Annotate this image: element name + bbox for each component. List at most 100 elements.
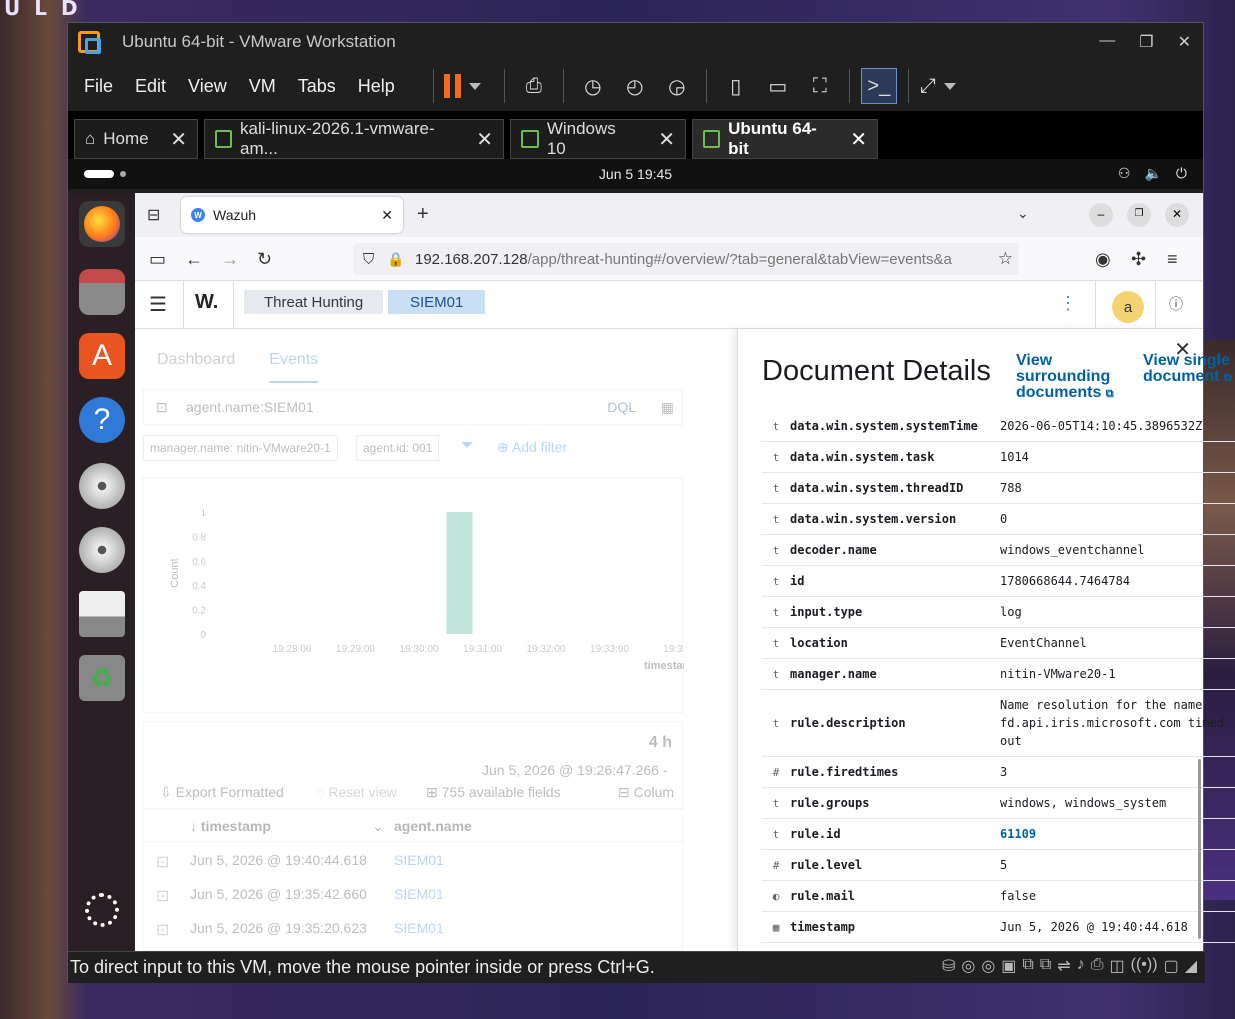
printer-icon[interactable]: ⎙	[1091, 956, 1104, 976]
message-icon[interactable]: ▢	[1164, 956, 1179, 976]
filter-pill[interactable]: manager.name: nitin-VMware20-1	[143, 435, 338, 461]
tab-events[interactable]: Events	[269, 351, 319, 383]
menu-tabs[interactable]: Tabs	[298, 76, 336, 97]
filter-icon[interactable]: ⏷	[461, 437, 474, 455]
menu-help[interactable]: Help	[358, 76, 395, 97]
menu-vm[interactable]: VM	[249, 76, 276, 97]
network-icon[interactable]: ⧉	[1040, 956, 1051, 976]
hamburger-icon[interactable]: ☰	[149, 292, 167, 317]
firefox-icon[interactable]	[79, 201, 125, 247]
field-row[interactable]: t data.win.system.task 1014	[762, 442, 1235, 473]
field-row[interactable]: t manager.name nitin-VMware20-1	[762, 659, 1235, 690]
search-input[interactable]: ⊡ agent.name:SIEM01 DQL ▦	[143, 389, 683, 425]
browser-tab-wazuh[interactable]: W Wazuh ✕	[181, 197, 403, 233]
maximize-icon[interactable]: ❐	[1139, 32, 1153, 52]
view-surrounding-link[interactable]: View surrounding documents ⧉	[1016, 353, 1126, 402]
revert-snapshot-icon[interactable]: ◴	[617, 68, 653, 104]
workspace-indicator[interactable]	[84, 170, 114, 178]
menu-edit[interactable]: Edit	[135, 76, 166, 97]
breadcrumb-siem01[interactable]: SIEM01	[388, 290, 486, 314]
shield-icon[interactable]: ⛉	[363, 251, 374, 268]
wireless-icon[interactable]: ((•))	[1131, 956, 1158, 976]
more-icon[interactable]: ⋮	[1059, 293, 1077, 314]
pause-icon[interactable]	[444, 68, 482, 104]
reload-icon[interactable]: ↻	[257, 249, 272, 270]
menu-file[interactable]: File	[84, 76, 113, 97]
help-icon[interactable]: ?	[79, 397, 125, 443]
wazuh-logo[interactable]: W.	[195, 291, 218, 314]
column-sort-icon[interactable]: ⌄	[372, 818, 384, 835]
cd-icon[interactable]: ◎	[961, 956, 975, 976]
field-row[interactable]: ◐ rule.mail false	[762, 881, 1235, 912]
row-agent[interactable]: SIEM01	[394, 886, 444, 902]
calendar-icon[interactable]: ▦	[661, 399, 674, 416]
volume-icon[interactable]: 🔈	[1144, 165, 1161, 182]
network-icon[interactable]: ⧉	[1022, 956, 1033, 976]
add-filter-button[interactable]: ⊕ Add filter	[497, 439, 567, 456]
view-single-link[interactable]: View single document ⧉	[1143, 353, 1235, 386]
breadcrumb-threat-hunting[interactable]: Threat Hunting	[244, 290, 384, 314]
disc-icon[interactable]	[79, 463, 125, 509]
close-tab-icon[interactable]: ✕	[838, 127, 867, 152]
inspect-icon[interactable]: ⊡	[156, 852, 169, 872]
close-icon[interactable]: ✕	[1178, 32, 1191, 52]
sound-icon[interactable]: ♪	[1077, 956, 1085, 976]
thumbnail-icon[interactable]: ▭	[760, 68, 796, 104]
tab-list-icon[interactable]: ⊟	[147, 205, 160, 225]
avatar[interactable]: a	[1112, 291, 1144, 323]
field-row[interactable]: t data.win.system.threadID 788	[762, 473, 1235, 504]
menu-view[interactable]: View	[188, 76, 227, 97]
export-button[interactable]: ⇩ Export Formatted	[160, 784, 284, 801]
sidebar-icon[interactable]: ▭	[149, 249, 166, 270]
power-icon[interactable]: ⏻	[1176, 165, 1187, 182]
snapshot-manager-icon[interactable]: ◶	[659, 68, 695, 104]
column-header-timestamp[interactable]: ↓ timestamp	[190, 818, 271, 834]
floppy-icon[interactable]: ▣	[1001, 956, 1016, 976]
field-row[interactable]: ▦ timestamp Jun 5, 2026 @ 19:40:44.618	[762, 912, 1235, 943]
inspect-icon[interactable]: ⊡	[156, 886, 169, 906]
library-icon[interactable]: ▯	[718, 68, 754, 104]
close-tab-icon[interactable]: ✕	[464, 127, 493, 152]
field-row[interactable]: t decoder.name windows_eventchannel	[762, 535, 1235, 566]
restore-icon[interactable]: ❐	[1127, 203, 1151, 227]
disc-icon[interactable]	[79, 527, 125, 573]
chevron-down-icon[interactable]: ⌄	[1017, 205, 1029, 222]
close-tab-icon[interactable]: ✕	[646, 127, 675, 152]
show-apps-icon[interactable]	[85, 893, 119, 927]
inspect-icon[interactable]: ⊡	[156, 920, 169, 940]
row-agent[interactable]: SIEM01	[394, 852, 444, 868]
table-row[interactable]: Jun 5, 2026 @ 19:35:20.623 SIEM01	[190, 920, 444, 936]
saved-query-icon[interactable]: ⊡	[156, 399, 168, 416]
menu-icon[interactable]: ≡	[1167, 249, 1178, 270]
extensions-icon[interactable]: ✣	[1131, 249, 1146, 270]
field-row[interactable]: # rule.level 5	[762, 850, 1235, 881]
stretch-icon[interactable]: ⤢	[920, 68, 956, 104]
field-row[interactable]: t input.type log	[762, 597, 1235, 628]
tab-kali[interactable]: kali-linux-2026.1-vmware-am... ✕	[204, 119, 504, 159]
columns-button[interactable]: ⊟ Colum	[618, 784, 674, 801]
clock[interactable]: Jun 5 19:45	[599, 166, 672, 182]
field-row[interactable]: t id 1780668644.7464784	[762, 566, 1235, 597]
trash-icon[interactable]: ♻	[79, 655, 125, 701]
new-tab-icon[interactable]: +	[417, 203, 429, 226]
lock-icon[interactable]: 🔒	[387, 251, 404, 268]
send-ctrl-alt-del-icon[interactable]: ⎙	[516, 68, 552, 104]
table-row[interactable]: Jun 5, 2026 @ 19:40:44.618 SIEM01	[190, 852, 444, 868]
close-tab-icon[interactable]: ✕	[381, 207, 393, 224]
help-icon[interactable]: ⓘ	[1169, 294, 1183, 314]
row-agent[interactable]: SIEM01	[394, 920, 444, 936]
network-icon[interactable]: ⚇	[1118, 165, 1131, 182]
tab-dashboard[interactable]: Dashboard	[157, 351, 235, 383]
close-tab-icon[interactable]: ✕	[158, 127, 187, 152]
available-fields-button[interactable]: ⊞ 755 available fields	[426, 784, 561, 801]
close-icon[interactable]: ✕	[1165, 203, 1189, 227]
snapshot-icon[interactable]: ◷	[575, 68, 611, 104]
field-row[interactable]: t data.win.system.version 0	[762, 504, 1235, 535]
camera-icon[interactable]: ◫	[1110, 956, 1125, 976]
dql-toggle[interactable]: DQL	[607, 399, 636, 415]
reset-view-button[interactable]: ◌ Reset view	[316, 784, 397, 800]
minimize-icon[interactable]: —	[1099, 32, 1115, 52]
field-row[interactable]: t rule.groups windows, windows_system	[762, 788, 1235, 819]
tab-ubuntu[interactable]: Ubuntu 64-bit ✕	[692, 119, 878, 159]
tab-windows10[interactable]: Windows 10 ✕	[510, 119, 686, 159]
